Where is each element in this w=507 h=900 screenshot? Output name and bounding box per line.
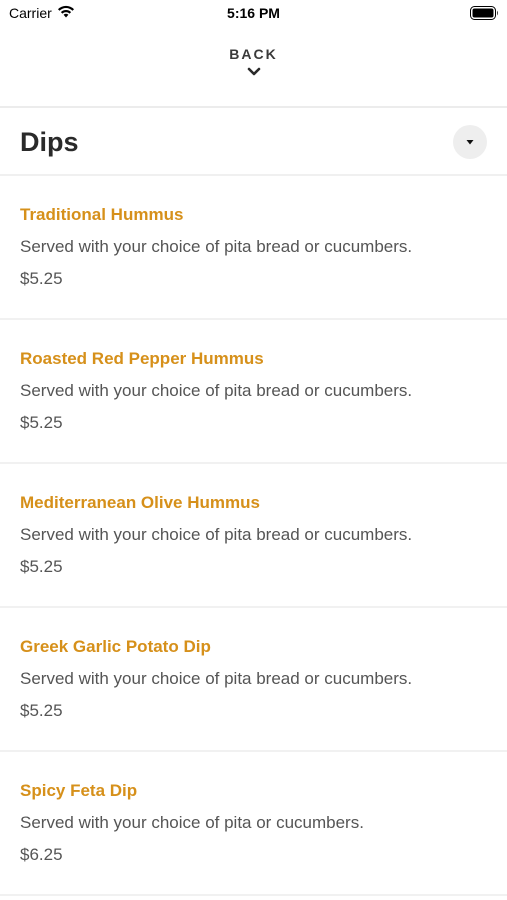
menu-item-greek-garlic-potato-dip[interactable]: Greek Garlic Potato Dip Served with your…: [0, 608, 507, 752]
item-price: $5.25: [20, 701, 63, 720]
item-name: Greek Garlic Potato Dip: [20, 637, 211, 656]
menu-item-spicy-feta-dip[interactable]: Spicy Feta Dip Served with your choice o…: [0, 752, 507, 896]
item-name: Roasted Red Pepper Hummus: [20, 349, 264, 368]
caret-down-icon: [466, 140, 474, 145]
menu-item-mediterranean-olive-hummus[interactable]: Mediterranean Olive Hummus Served with y…: [0, 464, 507, 608]
section-header[interactable]: Dips: [0, 108, 507, 174]
status-time: 5:16 PM: [227, 5, 280, 21]
item-name: Traditional Hummus: [20, 205, 184, 224]
item-price: $6.25: [20, 845, 63, 864]
menu-item-roasted-red-pepper-hummus[interactable]: Roasted Red Pepper Hummus Served with yo…: [0, 320, 507, 464]
item-description: Served with your choice of pita bread or…: [20, 381, 413, 400]
item-description: Served with your choice of pita bread or…: [20, 237, 413, 256]
item-name: Mediterranean Olive Hummus: [20, 493, 260, 512]
chevron-down-icon: [246, 65, 262, 77]
item-price: $5.25: [20, 413, 63, 432]
back-label: BACK: [229, 46, 278, 62]
battery-icon: [470, 6, 499, 20]
item-price: $5.25: [20, 269, 63, 288]
back-button[interactable]: BACK: [0, 46, 507, 90]
item-name: Spicy Feta Dip: [20, 781, 138, 800]
menu-list: Traditional Hummus Served with your choi…: [0, 176, 507, 896]
section-title: Dips: [20, 127, 79, 157]
item-description: Served with your choice of pita or cucum…: [20, 813, 364, 832]
menu-item-traditional-hummus[interactable]: Traditional Hummus Served with your choi…: [0, 176, 507, 320]
section-toggle-button[interactable]: [453, 125, 487, 159]
item-description: Served with your choice of pita bread or…: [20, 669, 413, 688]
status-bar: Carrier 5:16 PM: [0, 0, 507, 28]
item-description: Served with your choice of pita bread or…: [20, 525, 413, 544]
item-price: $5.25: [20, 557, 63, 576]
